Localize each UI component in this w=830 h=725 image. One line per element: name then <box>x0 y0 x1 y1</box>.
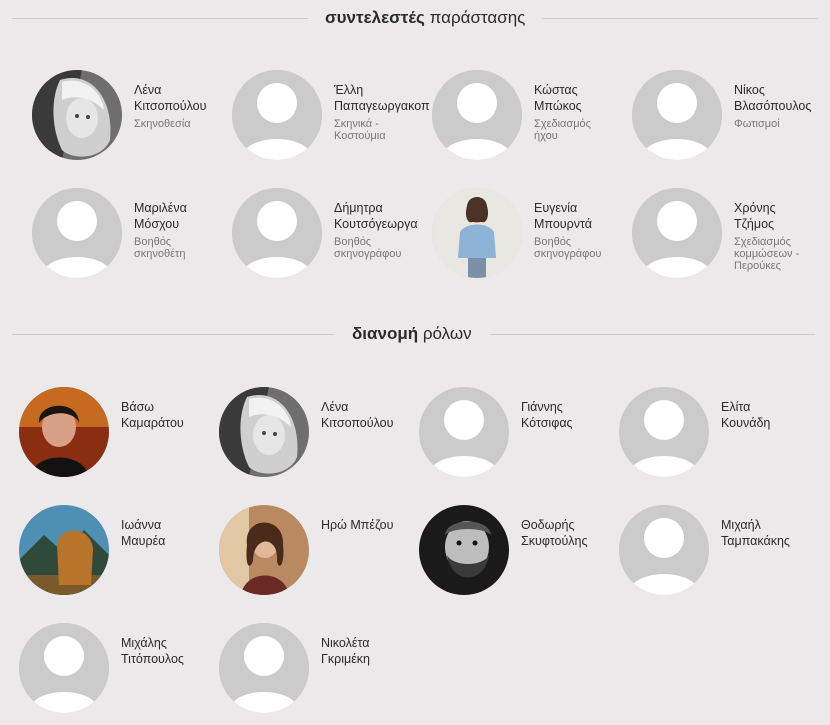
placeholder-person-icon[interactable] <box>632 188 722 278</box>
person-name[interactable]: Ελίτα Κουνάδη <box>721 399 821 431</box>
person-card[interactable]: Νίκος Βλασόπουλος Φωτισμοί <box>632 70 830 170</box>
person-role: Βοηθός σκηνοθέτη <box>134 236 186 260</box>
person-card[interactable]: Λένα Κιτσοπούλου <box>219 387 419 487</box>
person-name[interactable]: Ιωάννα Μαυρέα <box>121 517 221 549</box>
person-card[interactable]: Μαριλένα Μόσχου Βοηθός σκηνοθέτη <box>32 188 232 288</box>
person-card[interactable]: Δήμητρα Κουτσόγεωργα Βοηθός σκηνογράφου <box>232 188 432 288</box>
person-name[interactable]: Θοδωρής Σκυφτούλης <box>521 517 621 549</box>
placeholder-person-icon[interactable] <box>419 387 509 477</box>
person-info: Βάσω Καμαράτου <box>121 399 221 431</box>
placeholder-person-icon[interactable] <box>632 70 722 160</box>
cast-section-title: διανομή ρόλων <box>352 324 472 344</box>
person-card[interactable]: Ηρώ Μπέζου <box>219 505 419 605</box>
person-info: Νικολέτα Γκριμέκη <box>321 635 421 667</box>
person-card[interactable]: Ιωάννα Μαυρέα <box>19 505 219 605</box>
cast-section-header: διανομή ρόλων <box>0 322 830 346</box>
person-name[interactable]: Γιάννης Κότσιφας <box>521 399 621 431</box>
crew-title-bold: συντελεστές <box>325 8 425 27</box>
person-info: Θοδωρής Σκυφτούλης <box>521 517 621 549</box>
person-name[interactable]: Ευγενία Μπουρντά <box>534 200 634 232</box>
person-card[interactable]: Κώστας Μπώκος Σχεδιασμός ήχου <box>432 70 632 170</box>
person-name[interactable]: Μαριλένα Μόσχου <box>134 200 234 232</box>
person-role: Σκηνικά - Κοστούμια <box>334 118 386 142</box>
placeholder-person-icon[interactable] <box>32 188 122 278</box>
person-name[interactable]: Βάσω Καμαράτου <box>121 399 221 431</box>
person-card[interactable]: Γιάννης Κότσιφας <box>419 387 619 487</box>
person-info: Κώστας Μπώκος Σχεδιασμός ήχου <box>534 82 634 142</box>
placeholder-person-icon[interactable] <box>619 505 709 595</box>
person-name[interactable]: Νικολέτα Γκριμέκη <box>321 635 421 667</box>
person-info: Μαριλένα Μόσχου Βοηθός σκηνοθέτη <box>134 200 234 260</box>
person-name[interactable]: Λένα Κιτσοπούλου <box>134 82 234 114</box>
person-name[interactable]: Δήμητρα Κουτσόγεωργα <box>334 200 434 232</box>
person-role: Βοηθός σκηνογράφου <box>334 236 402 260</box>
avatar-photo[interactable] <box>32 70 122 160</box>
person-role: Σχεδιασμός ήχου <box>534 118 591 142</box>
person-card[interactable]: Χρόνης Τζήμος Σχεδιασμός κομμώσεων - Περο… <box>632 188 830 288</box>
person-info: Μιχαήλ Ταμπακάκης <box>721 517 821 549</box>
person-info: Ελίτα Κουνάδη <box>721 399 821 431</box>
avatar-photo[interactable] <box>432 188 522 278</box>
cast-title-bold: διανομή <box>352 324 419 343</box>
header-rule-right <box>490 334 815 335</box>
placeholder-person-icon[interactable] <box>232 188 322 278</box>
person-role: Βοηθός σκηνογράφου <box>534 236 602 260</box>
placeholder-person-icon[interactable] <box>432 70 522 160</box>
person-name[interactable]: Κώστας Μπώκος <box>534 82 634 114</box>
person-card[interactable]: Νικολέτα Γκριμέκη <box>219 623 419 723</box>
header-rule-left <box>12 334 334 335</box>
person-name[interactable]: Λένα Κιτσοπούλου <box>321 399 421 431</box>
person-info: Δήμητρα Κουτσόγεωργα Βοηθός σκηνογράφου <box>334 200 434 260</box>
person-role: Σχεδιασμός κομμώσεων - Περούκες <box>734 236 800 272</box>
header-rule-left <box>12 18 308 19</box>
person-name[interactable]: Χρόνης Τζήμος <box>734 200 830 232</box>
placeholder-person-icon[interactable] <box>219 623 309 713</box>
avatar-photo[interactable] <box>19 505 109 595</box>
person-card[interactable]: Μιχαήλ Ταμπακάκης <box>619 505 819 605</box>
person-card[interactable]: Έλλη Παπαγεωργακοπ Σκηνικά - Κοστούμια <box>232 70 432 170</box>
person-card[interactable]: Ευγενία Μπουρντά Βοηθός σκηνογράφου <box>432 188 632 288</box>
avatar-photo[interactable] <box>19 387 109 477</box>
person-info: Έλλη Παπαγεωργακοπ Σκηνικά - Κοστούμια <box>334 82 434 142</box>
avatar-photo[interactable] <box>219 505 309 595</box>
person-info: Ευγενία Μπουρντά Βοηθός σκηνογράφου <box>534 200 634 260</box>
placeholder-person-icon[interactable] <box>619 387 709 477</box>
person-card[interactable]: Ελίτα Κουνάδη <box>619 387 819 487</box>
placeholder-person-icon[interactable] <box>232 70 322 160</box>
person-name[interactable]: Νίκος Βλασόπουλος <box>734 82 830 114</box>
avatar-photo[interactable] <box>219 387 309 477</box>
person-info: Νίκος Βλασόπουλος Φωτισμοί <box>734 82 830 130</box>
person-info: Χρόνης Τζήμος Σχεδιασμός κομμώσεων - Περο… <box>734 200 830 272</box>
person-info: Λένα Κιτσοπούλου Σκηνοθεσία <box>134 82 234 130</box>
person-name[interactable]: Μιχάλης Τιτόπουλος <box>121 635 221 667</box>
person-role: Σκηνοθεσία <box>134 118 191 130</box>
crew-section-header: συντελεστές παράστασης <box>0 6 830 30</box>
crew-title-light: παράστασης <box>429 8 526 27</box>
person-card[interactable]: Θοδωρής Σκυφτούλης <box>419 505 619 605</box>
avatar-photo[interactable] <box>419 505 509 595</box>
person-info: Λένα Κιτσοπούλου <box>321 399 421 431</box>
placeholder-person-icon[interactable] <box>19 623 109 713</box>
person-info: Ιωάννα Μαυρέα <box>121 517 221 549</box>
person-name[interactable]: Έλλη Παπαγεωργακοπ <box>334 82 434 114</box>
person-card[interactable]: Μιχάλης Τιτόπουλος <box>19 623 219 723</box>
cast-title-light: ρόλων <box>422 324 472 343</box>
person-name[interactable]: Μιχαήλ Ταμπακάκης <box>721 517 821 549</box>
person-role: Φωτισμοί <box>734 118 780 130</box>
crew-section-title: συντελεστές παράστασης <box>325 8 525 28</box>
person-card[interactable]: Βάσω Καμαράτου <box>19 387 219 487</box>
person-card[interactable]: Λένα Κιτσοπούλου Σκηνοθεσία <box>32 70 232 170</box>
person-name[interactable]: Ηρώ Μπέζου <box>321 517 421 533</box>
header-rule-right <box>542 18 818 19</box>
person-info: Μιχάλης Τιτόπουλος <box>121 635 221 667</box>
person-info: Γιάννης Κότσιφας <box>521 399 621 431</box>
person-info: Ηρώ Μπέζου <box>321 517 421 533</box>
